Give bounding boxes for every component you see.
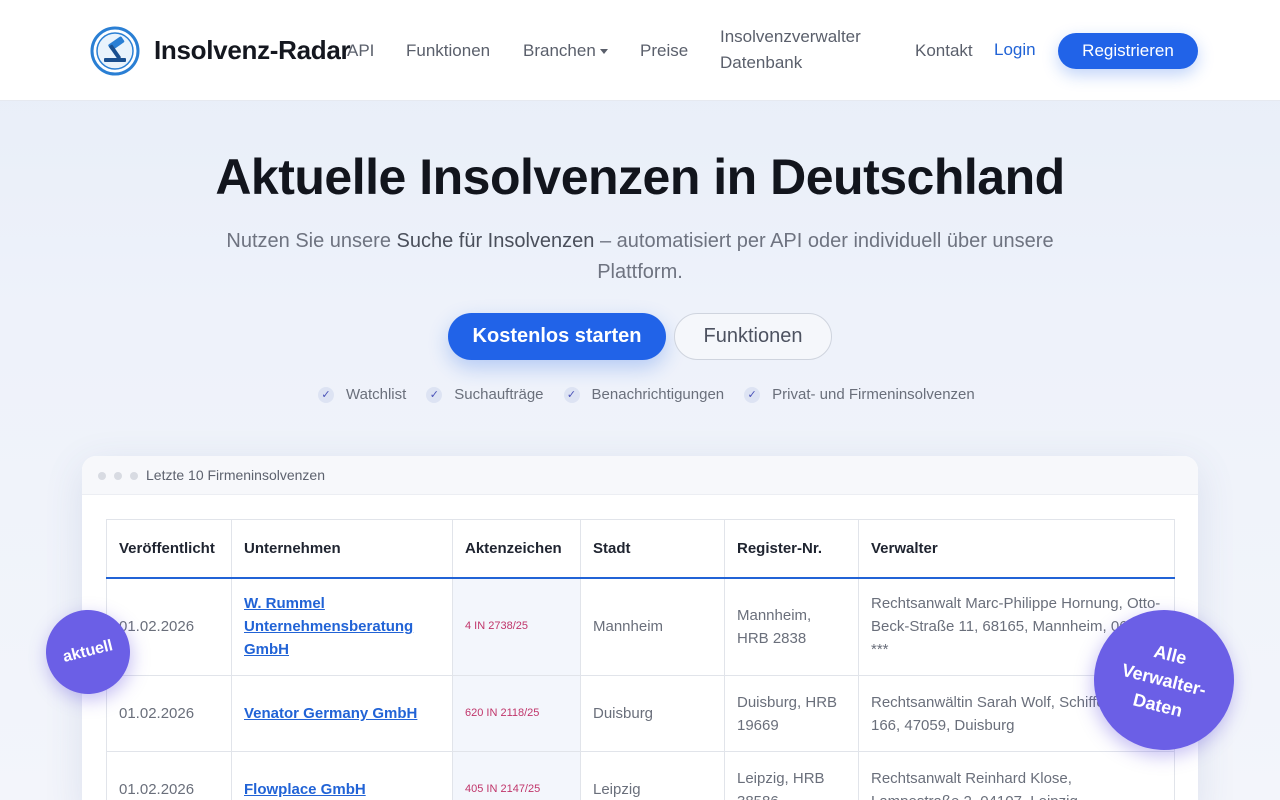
date-cell: 01.02.2026	[106, 751, 232, 800]
column-header: Verwalter	[858, 519, 1175, 579]
aktenzeichen-cell: 405 IN 2147/25	[452, 751, 581, 800]
insolvency-table-card: Letzte 10 Firmeninsolvenzen Veröffentlic…	[82, 456, 1198, 800]
feature-item: ✓ Benachrichtigungen	[563, 386, 725, 403]
company-link[interactable]: Venator Germany GmbH	[244, 705, 417, 722]
city-cell: Mannheim	[580, 577, 725, 676]
check-icon: ✓	[563, 386, 580, 403]
city-cell: Duisburg	[580, 675, 725, 752]
hero-subtitle: Nutzen Sie unsere Suche für Insolvenzen …	[190, 226, 1090, 288]
chevron-down-icon	[599, 49, 608, 55]
insolvency-table: Veröffentlicht Unternehmen Aktenzeichen …	[106, 519, 1175, 800]
table-row: 01.02.2026 Flowplace GmbH 405 IN 2147/25…	[106, 751, 1175, 800]
hero-subtitle-link: Suche für Insolvenzen	[396, 230, 595, 252]
column-header: Veröffentlicht	[106, 519, 232, 579]
column-header: Register-Nr.	[724, 519, 859, 579]
check-icon: ✓	[426, 386, 443, 403]
feature-item: ✓ Watchlist	[318, 386, 406, 403]
nav-funktionen[interactable]: Funktionen	[406, 41, 490, 61]
nav-insolvenzverwalter-datenbank[interactable]: Insolvenzverwalter Datenbank	[720, 24, 880, 76]
window-dot-icon	[130, 472, 138, 480]
feature-item: ✓ Privat- und Firmeninsolvenzen	[744, 386, 975, 403]
funktionen-button[interactable]: Funktionen	[674, 313, 832, 360]
brand[interactable]: Insolvenz-Radar	[90, 26, 351, 76]
company-link[interactable]: W. Rummel Unternehmensberatung GmbH	[244, 595, 413, 658]
feature-label: Benachrichtigungen	[591, 386, 725, 403]
check-icon: ✓	[318, 386, 334, 403]
date-cell: 01.02.2026	[106, 675, 232, 752]
hero-subtitle-pre: Nutzen Sie unsere	[226, 230, 397, 252]
nav-preise[interactable]: Preise	[640, 41, 688, 61]
brand-logo-icon	[90, 26, 140, 76]
feature-item: ✓ Suchaufträge	[426, 386, 544, 403]
hero-title: Aktuelle Insolvenzen in Deutschland	[215, 149, 1065, 205]
column-header: Stadt	[580, 519, 725, 579]
window-dot-icon	[98, 472, 106, 480]
table-row: 01.02.2026 W. Rummel Unternehmensberatun…	[106, 577, 1175, 676]
feature-label: Watchlist	[346, 386, 407, 403]
column-header: Aktenzeichen	[452, 519, 581, 579]
window-dot-icon	[114, 472, 122, 480]
verwalter-cell: Rechtsanwalt Reinhard Klose, Lampestraße…	[858, 751, 1175, 800]
nav-branchen[interactable]: Branchen	[523, 41, 608, 61]
hero-subtitle-post: – automatisiert per API oder individuell…	[594, 230, 1054, 283]
login-link[interactable]: Login	[994, 40, 1036, 60]
nav-branchen-label: Branchen	[523, 41, 596, 60]
nav-api[interactable]: API	[347, 41, 374, 61]
feature-label: Suchaufträge	[454, 386, 544, 403]
company-cell: W. Rummel Unternehmensberatung GmbH	[231, 577, 453, 676]
feature-list: ✓ Watchlist ✓ Suchaufträge ✓ Benachrichtigu…	[318, 386, 975, 403]
register-button[interactable]: Registrieren	[1058, 33, 1198, 69]
register-cell: Duisburg, HRB 19669	[724, 675, 859, 752]
card-title: Letzte 10 Firmeninsolvenzen	[146, 467, 325, 483]
city-cell: Leipzig	[580, 751, 725, 800]
table-row: 01.02.2026 Venator Germany GmbH 620 IN 2…	[106, 675, 1175, 752]
column-header: Unternehmen	[231, 519, 453, 579]
navbar: Insolvenz-Radar API Funktionen Branchen …	[0, 0, 1280, 101]
aktenzeichen-cell: 620 IN 2118/25	[452, 675, 581, 752]
table-header-row: Veröffentlicht Unternehmen Aktenzeichen …	[106, 519, 1175, 579]
register-cell: Mannheim, HRB 2838	[724, 577, 859, 676]
kostenlos-starten-button[interactable]: Kostenlos starten	[448, 313, 666, 360]
register-cell: Leipzig, HRB 38586	[724, 751, 859, 800]
brand-name: Insolvenz-Radar	[154, 35, 351, 65]
feature-label: Privat- und Firmeninsolvenzen	[772, 386, 975, 403]
company-cell: Flowplace GmbH	[231, 751, 453, 800]
company-cell: Venator Germany GmbH	[231, 675, 453, 752]
nav-kontakt[interactable]: Kontakt	[915, 41, 973, 61]
company-link[interactable]: Flowplace GmbH	[244, 781, 366, 798]
check-icon: ✓	[744, 386, 761, 403]
card-header: Letzte 10 Firmeninsolvenzen	[82, 456, 1198, 495]
aktenzeichen-cell: 4 IN 2738/25	[452, 577, 581, 676]
